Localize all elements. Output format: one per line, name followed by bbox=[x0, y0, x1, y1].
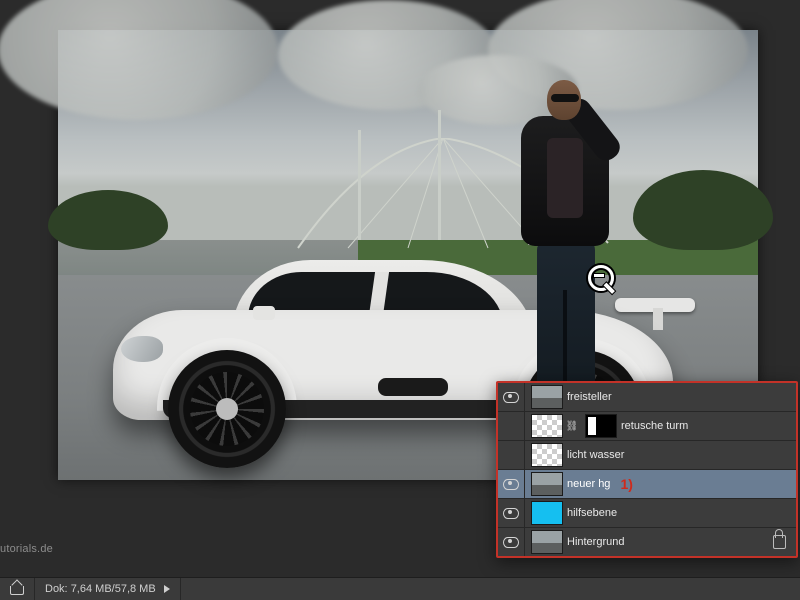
layer-thumbnail[interactable] bbox=[531, 472, 563, 496]
share-icon bbox=[10, 583, 24, 595]
layer-thumbnail[interactable] bbox=[531, 501, 563, 525]
mast bbox=[438, 110, 441, 240]
doc-size-readout[interactable]: Dok: 7,64 MB/57,8 MB bbox=[35, 578, 181, 600]
layer-visibility-toggle[interactable] bbox=[498, 383, 525, 411]
layer-row[interactable]: hilfsebene bbox=[498, 498, 796, 527]
layer-mask-thumbnail[interactable] bbox=[585, 414, 617, 438]
sunglasses-icon bbox=[551, 94, 579, 102]
side-intake bbox=[378, 378, 448, 396]
layer-name[interactable]: freisteller bbox=[567, 391, 612, 403]
eye-icon bbox=[503, 479, 519, 490]
disclosure-triangle-icon[interactable] bbox=[164, 585, 170, 593]
cloud bbox=[0, 0, 278, 120]
layer-row[interactable]: ⛓ retusche turm bbox=[498, 411, 796, 440]
layer-visibility-toggle[interactable] bbox=[498, 528, 525, 556]
share-button[interactable] bbox=[0, 578, 35, 600]
eye-icon bbox=[503, 392, 519, 403]
layer-visibility-toggle[interactable] bbox=[498, 499, 525, 527]
workspace: freisteller ⛓ retusche turm licht wasser neu… bbox=[0, 0, 800, 578]
layer-row[interactable]: licht wasser bbox=[498, 440, 796, 469]
eye-icon bbox=[503, 508, 519, 519]
mast bbox=[358, 130, 361, 240]
layer-thumbnail[interactable] bbox=[531, 530, 563, 554]
lock-icon bbox=[773, 535, 786, 549]
layer-thumbnail[interactable] bbox=[531, 414, 563, 438]
layer-name[interactable]: neuer hg bbox=[567, 478, 610, 490]
layer-thumbnail[interactable] bbox=[531, 443, 563, 467]
layers-panel[interactable]: freisteller ⛓ retusche turm licht wasser neu… bbox=[496, 381, 798, 558]
trees-left bbox=[48, 190, 168, 250]
layer-row[interactable]: neuer hg 1) bbox=[498, 469, 796, 498]
doc-size-label: Dok: bbox=[45, 583, 68, 595]
layer-thumbnail[interactable] bbox=[531, 385, 563, 409]
person bbox=[503, 80, 623, 430]
layer-name[interactable]: retusche turm bbox=[621, 420, 688, 432]
headlight bbox=[121, 336, 163, 362]
layer-name[interactable]: Hintergrund bbox=[567, 536, 624, 548]
side-mirror bbox=[253, 306, 275, 320]
trees-right bbox=[633, 170, 773, 250]
t-shirt bbox=[547, 138, 583, 218]
status-bar: Dok: 7,64 MB/57,8 MB bbox=[0, 577, 800, 600]
layer-visibility-toggle[interactable] bbox=[498, 412, 525, 440]
link-icon[interactable]: ⛓ bbox=[567, 415, 577, 437]
eye-icon bbox=[503, 537, 519, 548]
zoom-out-cursor-icon bbox=[588, 265, 616, 293]
layer-visibility-toggle[interactable] bbox=[498, 441, 525, 469]
rear-wing-post bbox=[653, 308, 663, 330]
front-wheel bbox=[168, 350, 286, 468]
doc-size-value: 7,64 MB/57,8 MB bbox=[71, 583, 156, 595]
layer-name[interactable]: hilfsebene bbox=[567, 507, 617, 519]
watermark-text: utorials.de bbox=[0, 543, 53, 555]
layer-row[interactable]: freisteller bbox=[498, 383, 796, 411]
layer-visibility-toggle[interactable] bbox=[498, 470, 525, 498]
layer-name[interactable]: licht wasser bbox=[567, 449, 624, 461]
annotation-label: 1) bbox=[620, 476, 632, 492]
layer-row[interactable]: Hintergrund bbox=[498, 527, 796, 556]
